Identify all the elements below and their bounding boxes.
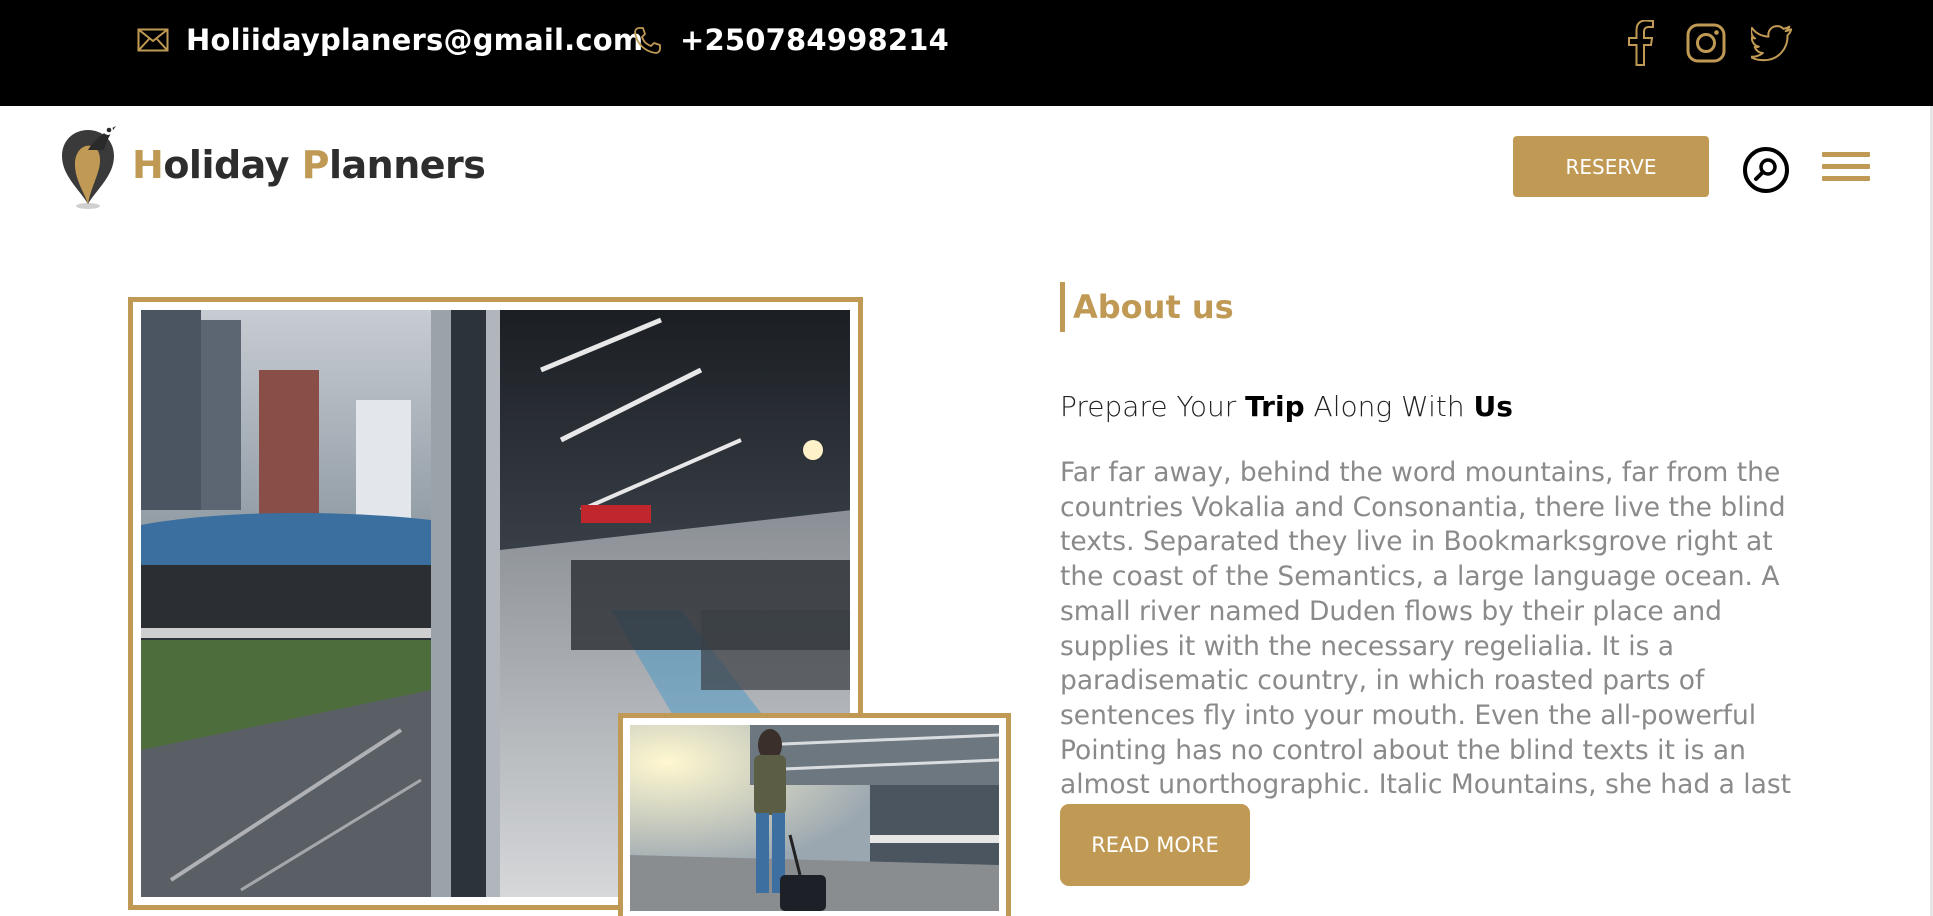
social-links: [1619, 20, 1793, 66]
email-text[interactable]: Holiidayplaners@gmail.com: [186, 23, 643, 57]
brand-name: Holiday Planners: [132, 143, 486, 187]
facebook-icon[interactable]: [1619, 20, 1661, 66]
about-paragraph: Far far away, behind the word mountains,…: [1060, 457, 1792, 801]
location-pin-logo-icon: [62, 125, 116, 209]
email-contact[interactable]: Holiidayplaners@gmail.com: [136, 18, 643, 62]
read-more-button[interactable]: READ MORE: [1060, 804, 1250, 886]
instagram-icon[interactable]: [1685, 20, 1727, 66]
traveler-with-luggage-photo: [618, 713, 1011, 916]
top-contact-bar: Holiidayplaners@gmail.com +250784998214: [0, 0, 1933, 106]
about-heading: About us: [1060, 282, 1234, 332]
phone-icon: [630, 23, 664, 57]
site-logo[interactable]: Holiday Planners: [58, 120, 486, 210]
envelope-icon: [136, 23, 170, 57]
twitter-icon[interactable]: [1751, 20, 1793, 66]
reserve-button[interactable]: RESERVE: [1513, 136, 1709, 197]
phone-text[interactable]: +250784998214: [680, 23, 949, 57]
site-header: Holiday Planners RESERVE: [0, 106, 1933, 236]
search-icon[interactable]: [1742, 146, 1790, 194]
about-tagline: Prepare Your Trip Along With Us: [1060, 390, 1513, 423]
hamburger-menu-icon[interactable]: [1822, 152, 1870, 188]
phone-contact[interactable]: +250784998214: [630, 18, 949, 62]
